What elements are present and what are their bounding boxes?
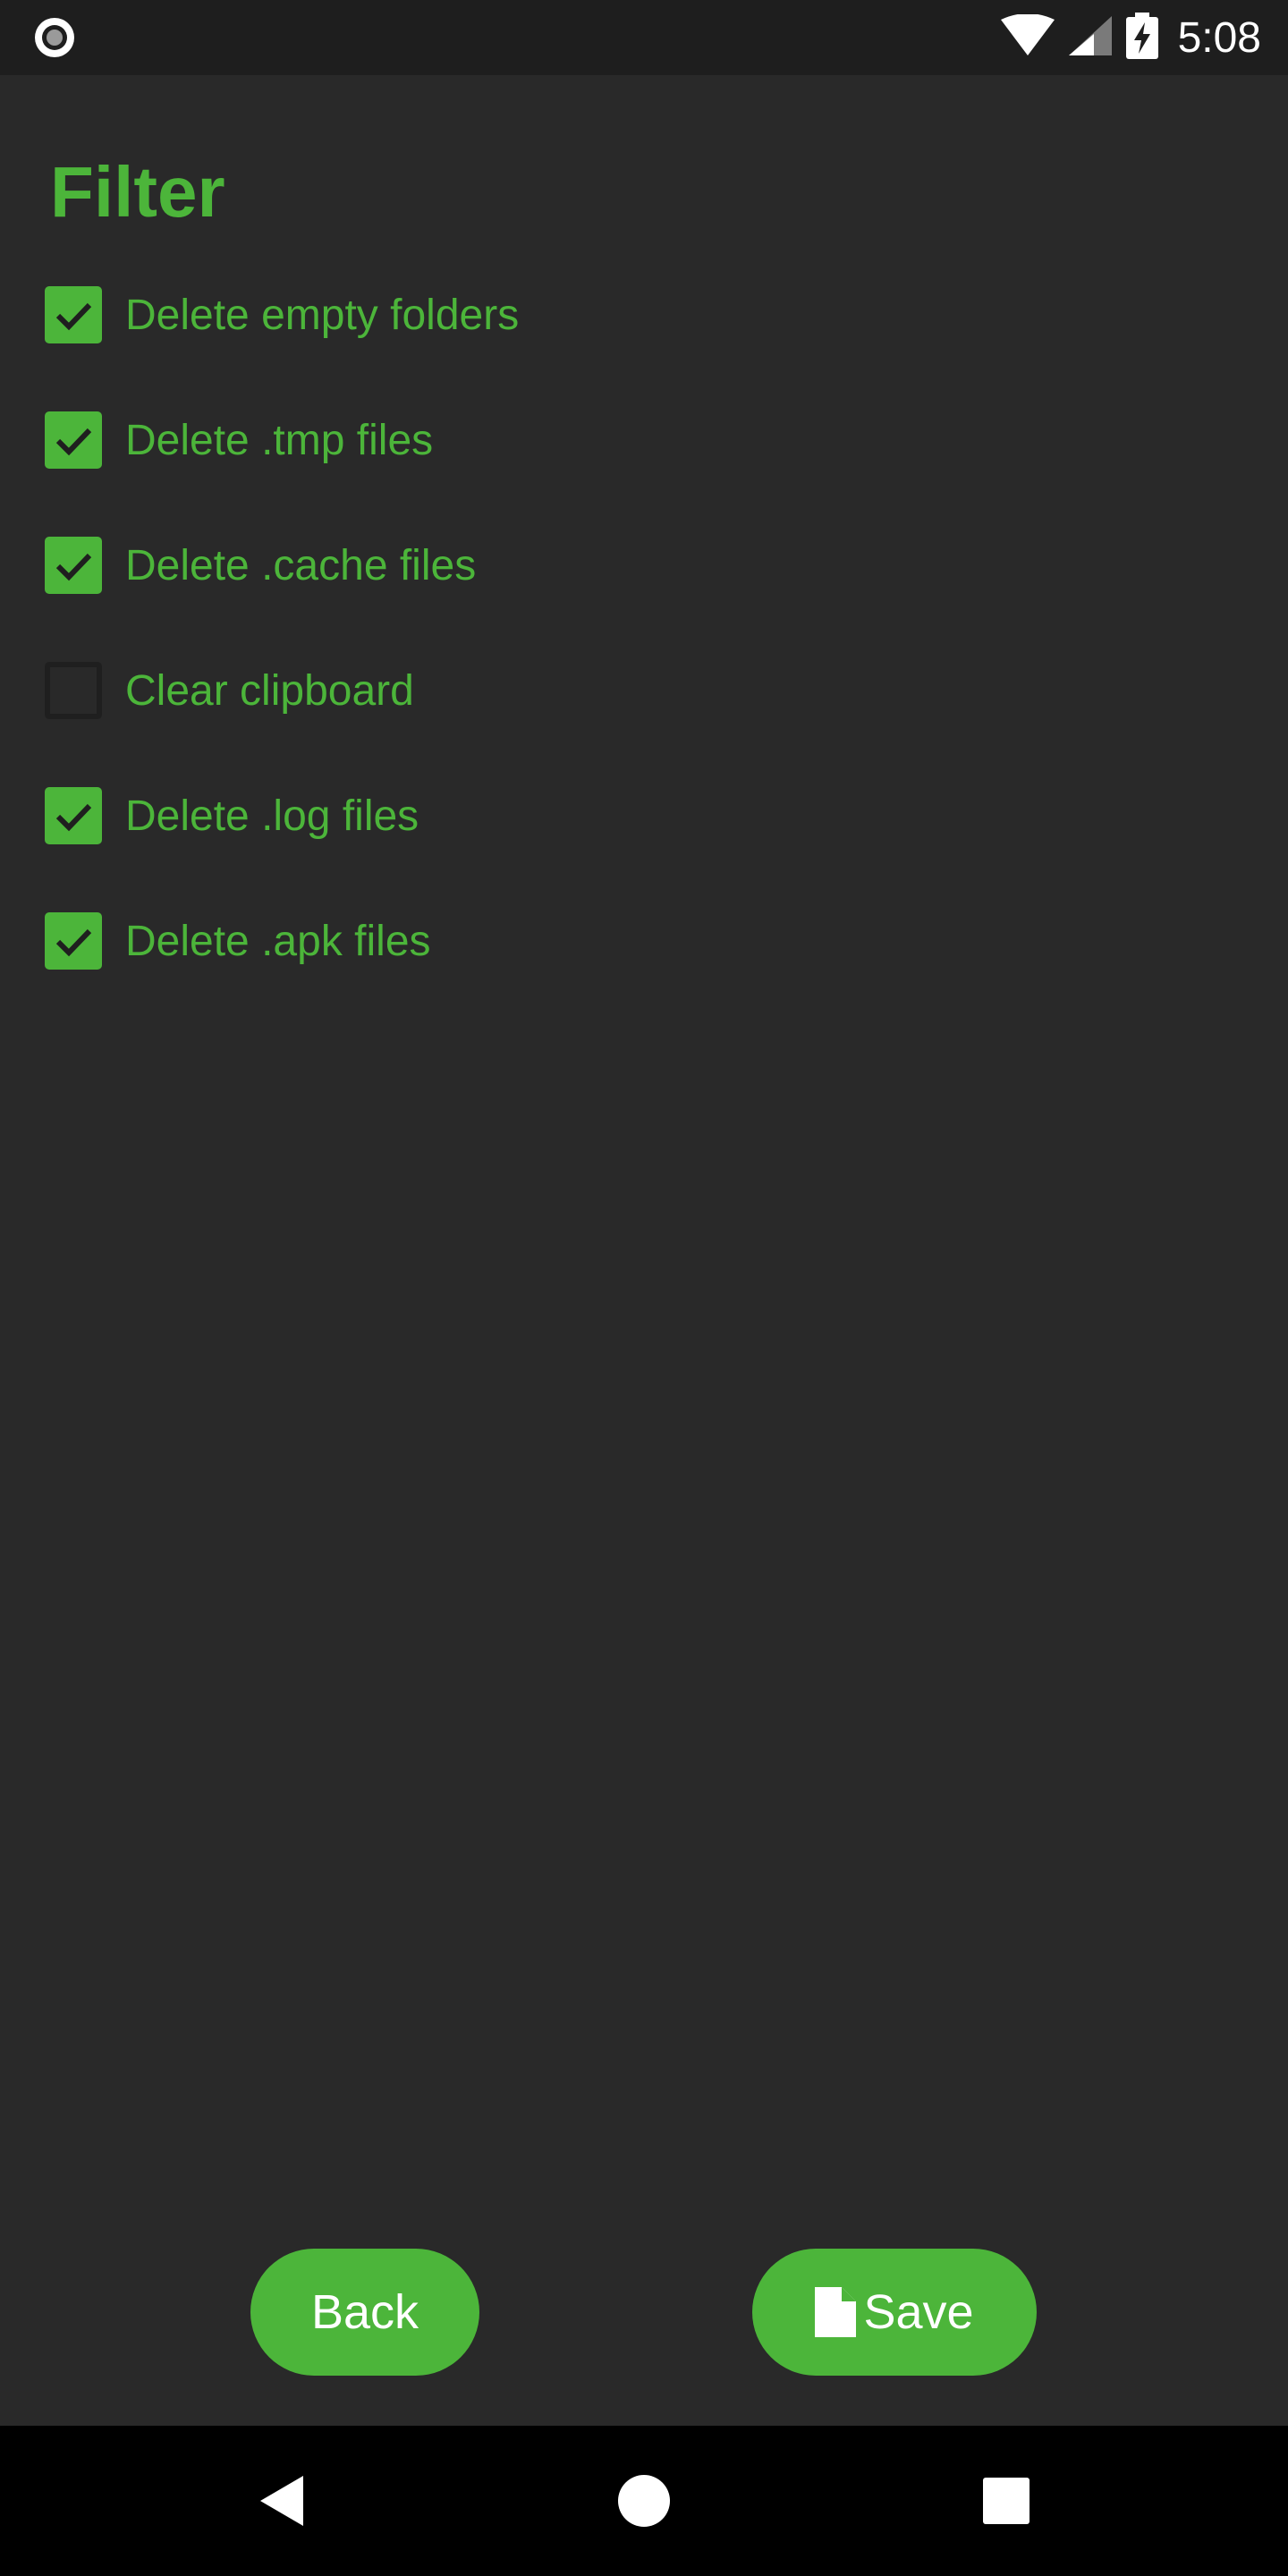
filter-item-delete-cache-files[interactable]: Delete .cache files — [45, 530, 476, 601]
checkbox-checked[interactable] — [45, 286, 102, 343]
checkbox-checked[interactable] — [45, 912, 102, 970]
back-button[interactable]: Back — [250, 2249, 479, 2376]
checkmark-icon — [55, 428, 92, 456]
filter-item-delete-empty-folders[interactable]: Delete empty folders — [45, 279, 519, 351]
filter-label: Delete empty folders — [125, 291, 520, 339]
filter-item-clear-clipboard[interactable]: Clear clipboard — [45, 655, 414, 726]
back-triangle-icon — [260, 2476, 303, 2526]
checkmark-icon — [55, 302, 92, 331]
home-circle-icon — [618, 2475, 670, 2527]
nav-recents-button[interactable] — [966, 2426, 1046, 2576]
screen: 5:08 Filter Delete empty folders Delete … — [0, 0, 1288, 2576]
file-icon — [815, 2287, 857, 2337]
signal-icon — [1067, 14, 1114, 62]
recents-square-icon — [983, 2478, 1030, 2524]
filter-label: Delete .cache files — [125, 541, 477, 589]
filter-label: Delete .apk files — [125, 917, 431, 965]
back-button-label: Back — [310, 2285, 419, 2339]
save-button-label: Save — [863, 2285, 974, 2339]
nav-home-button[interactable] — [604, 2426, 684, 2576]
checkbox-unchecked[interactable] — [45, 662, 102, 719]
checkbox-checked[interactable] — [45, 411, 102, 469]
battery-charging-icon — [1125, 12, 1158, 64]
status-time: 5:08 — [1177, 13, 1261, 62]
checkbox-checked[interactable] — [45, 537, 102, 594]
checkmark-icon — [55, 553, 92, 581]
checkbox-checked[interactable] — [45, 787, 102, 844]
navigation-bar — [0, 2426, 1288, 2576]
wifi-icon — [1000, 13, 1055, 62]
record-circle-icon — [32, 15, 77, 60]
checkmark-icon — [55, 928, 92, 957]
checkmark-icon — [55, 803, 92, 832]
status-bar: 5:08 — [0, 0, 1288, 75]
filter-item-delete-apk-files[interactable]: Delete .apk files — [45, 905, 431, 977]
filter-item-delete-log-files[interactable]: Delete .log files — [45, 780, 419, 852]
page-title: Filter — [50, 152, 225, 232]
filter-label: Delete .tmp files — [125, 416, 434, 464]
filter-item-delete-tmp-files[interactable]: Delete .tmp files — [45, 404, 433, 476]
status-icons: 5:08 — [1000, 0, 1261, 75]
filter-label: Clear clipboard — [125, 666, 414, 715]
filter-label: Delete .log files — [125, 792, 419, 840]
nav-back-button[interactable] — [242, 2426, 322, 2576]
save-button[interactable]: Save — [752, 2249, 1037, 2376]
